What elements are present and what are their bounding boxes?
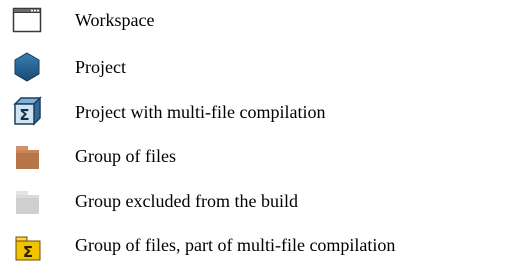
legend-label-project: Project (75, 57, 126, 77)
legend-label-excluded-group: Group excluded from the build (75, 191, 298, 211)
project-multifile-icon: Σ (10, 95, 44, 129)
legend-label-workspace: Workspace (75, 10, 155, 30)
legend-row-multifile-group: Σ Group of files, part of multi-file com… (0, 225, 506, 265)
file-group-icon (10, 139, 44, 173)
legend-label-file-group: Group of files (75, 146, 176, 166)
svg-text:Σ: Σ (23, 243, 33, 261)
legend-label-multifile-group: Group of files, part of multi-file compi… (75, 235, 396, 255)
legend-row-project-multifile: Σ Project with multi-file compilation (0, 92, 506, 132)
project-icon (10, 50, 44, 84)
legend-row-file-group: Group of files (0, 136, 506, 176)
excluded-group-icon (10, 184, 44, 218)
workspace-icon (10, 3, 44, 37)
legend-row-workspace: Workspace (0, 0, 506, 40)
legend-row-project: Project (0, 47, 506, 87)
svg-text:Σ: Σ (19, 106, 29, 124)
legend-label-project-multifile: Project with multi-file compilation (75, 102, 326, 122)
legend-row-excluded-group: Group excluded from the build (0, 181, 506, 221)
multifile-group-icon: Σ (10, 228, 44, 262)
icon-legend: Workspace Project Σ Project with multi-f… (0, 0, 506, 262)
